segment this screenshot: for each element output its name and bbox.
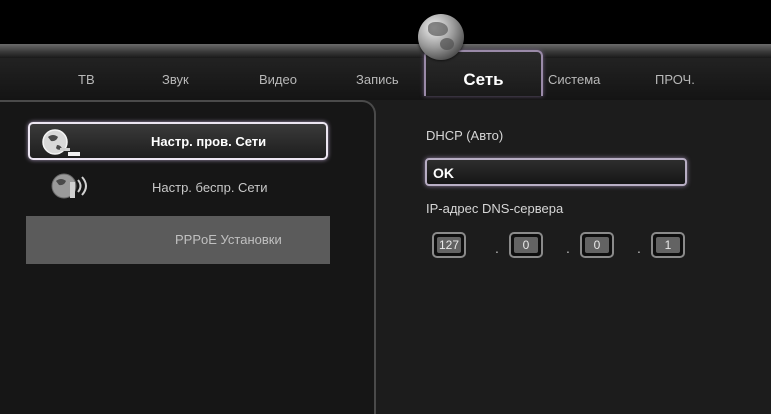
tab-video[interactable]: Видео: [259, 72, 297, 87]
menu-item-label: Настр. беспр. Сети: [152, 180, 268, 195]
dns-octet-value: 0: [514, 237, 538, 253]
menu-item-pppoe[interactable]: PPPoE Установки: [26, 216, 330, 264]
tab-system[interactable]: Система: [548, 72, 600, 87]
octet-separator: .: [566, 240, 570, 256]
globe-icon: [418, 14, 464, 60]
dns-octet-2[interactable]: 0: [509, 232, 543, 258]
dns-server-label: IP-адрес DNS-сервера: [426, 201, 564, 216]
menu-item-wired-network[interactable]: Настр. пров. Сети: [28, 122, 328, 160]
settings-screen: ТВ Звук Видео Запись Сеть Система ПРОЧ. …: [0, 0, 771, 414]
tab-tv[interactable]: ТВ: [78, 72, 95, 87]
wireless-network-icon: [51, 173, 87, 199]
wired-network-icon: [42, 129, 80, 156]
tab-network[interactable]: Сеть: [424, 70, 543, 90]
dns-octet-4[interactable]: 1: [651, 232, 685, 258]
dns-octet-1[interactable]: 127: [432, 232, 466, 258]
top-band: [0, 0, 771, 48]
menu-item-label: Настр. пров. Сети: [151, 134, 267, 149]
octet-separator: .: [495, 240, 499, 256]
dhcp-ok-value: OK: [433, 165, 454, 181]
tab-other[interactable]: ПРОЧ.: [655, 72, 695, 87]
menu-item-label: PPPoE Установки: [175, 232, 282, 247]
dns-octet-value: 127: [437, 237, 461, 253]
top-divider: [0, 44, 771, 58]
dns-octet-3[interactable]: 0: [580, 232, 614, 258]
tab-record[interactable]: Запись: [356, 72, 399, 87]
dhcp-ok-field[interactable]: OK: [425, 158, 687, 186]
dhcp-mode-label: DHCP (Авто): [426, 128, 504, 143]
tab-sound[interactable]: Звук: [162, 72, 189, 87]
dns-octet-value: 1: [656, 237, 680, 253]
octet-separator: .: [637, 240, 641, 256]
menu-item-wireless-network[interactable]: Настр. беспр. Сети: [28, 166, 328, 204]
dns-octet-value: 0: [585, 237, 609, 253]
